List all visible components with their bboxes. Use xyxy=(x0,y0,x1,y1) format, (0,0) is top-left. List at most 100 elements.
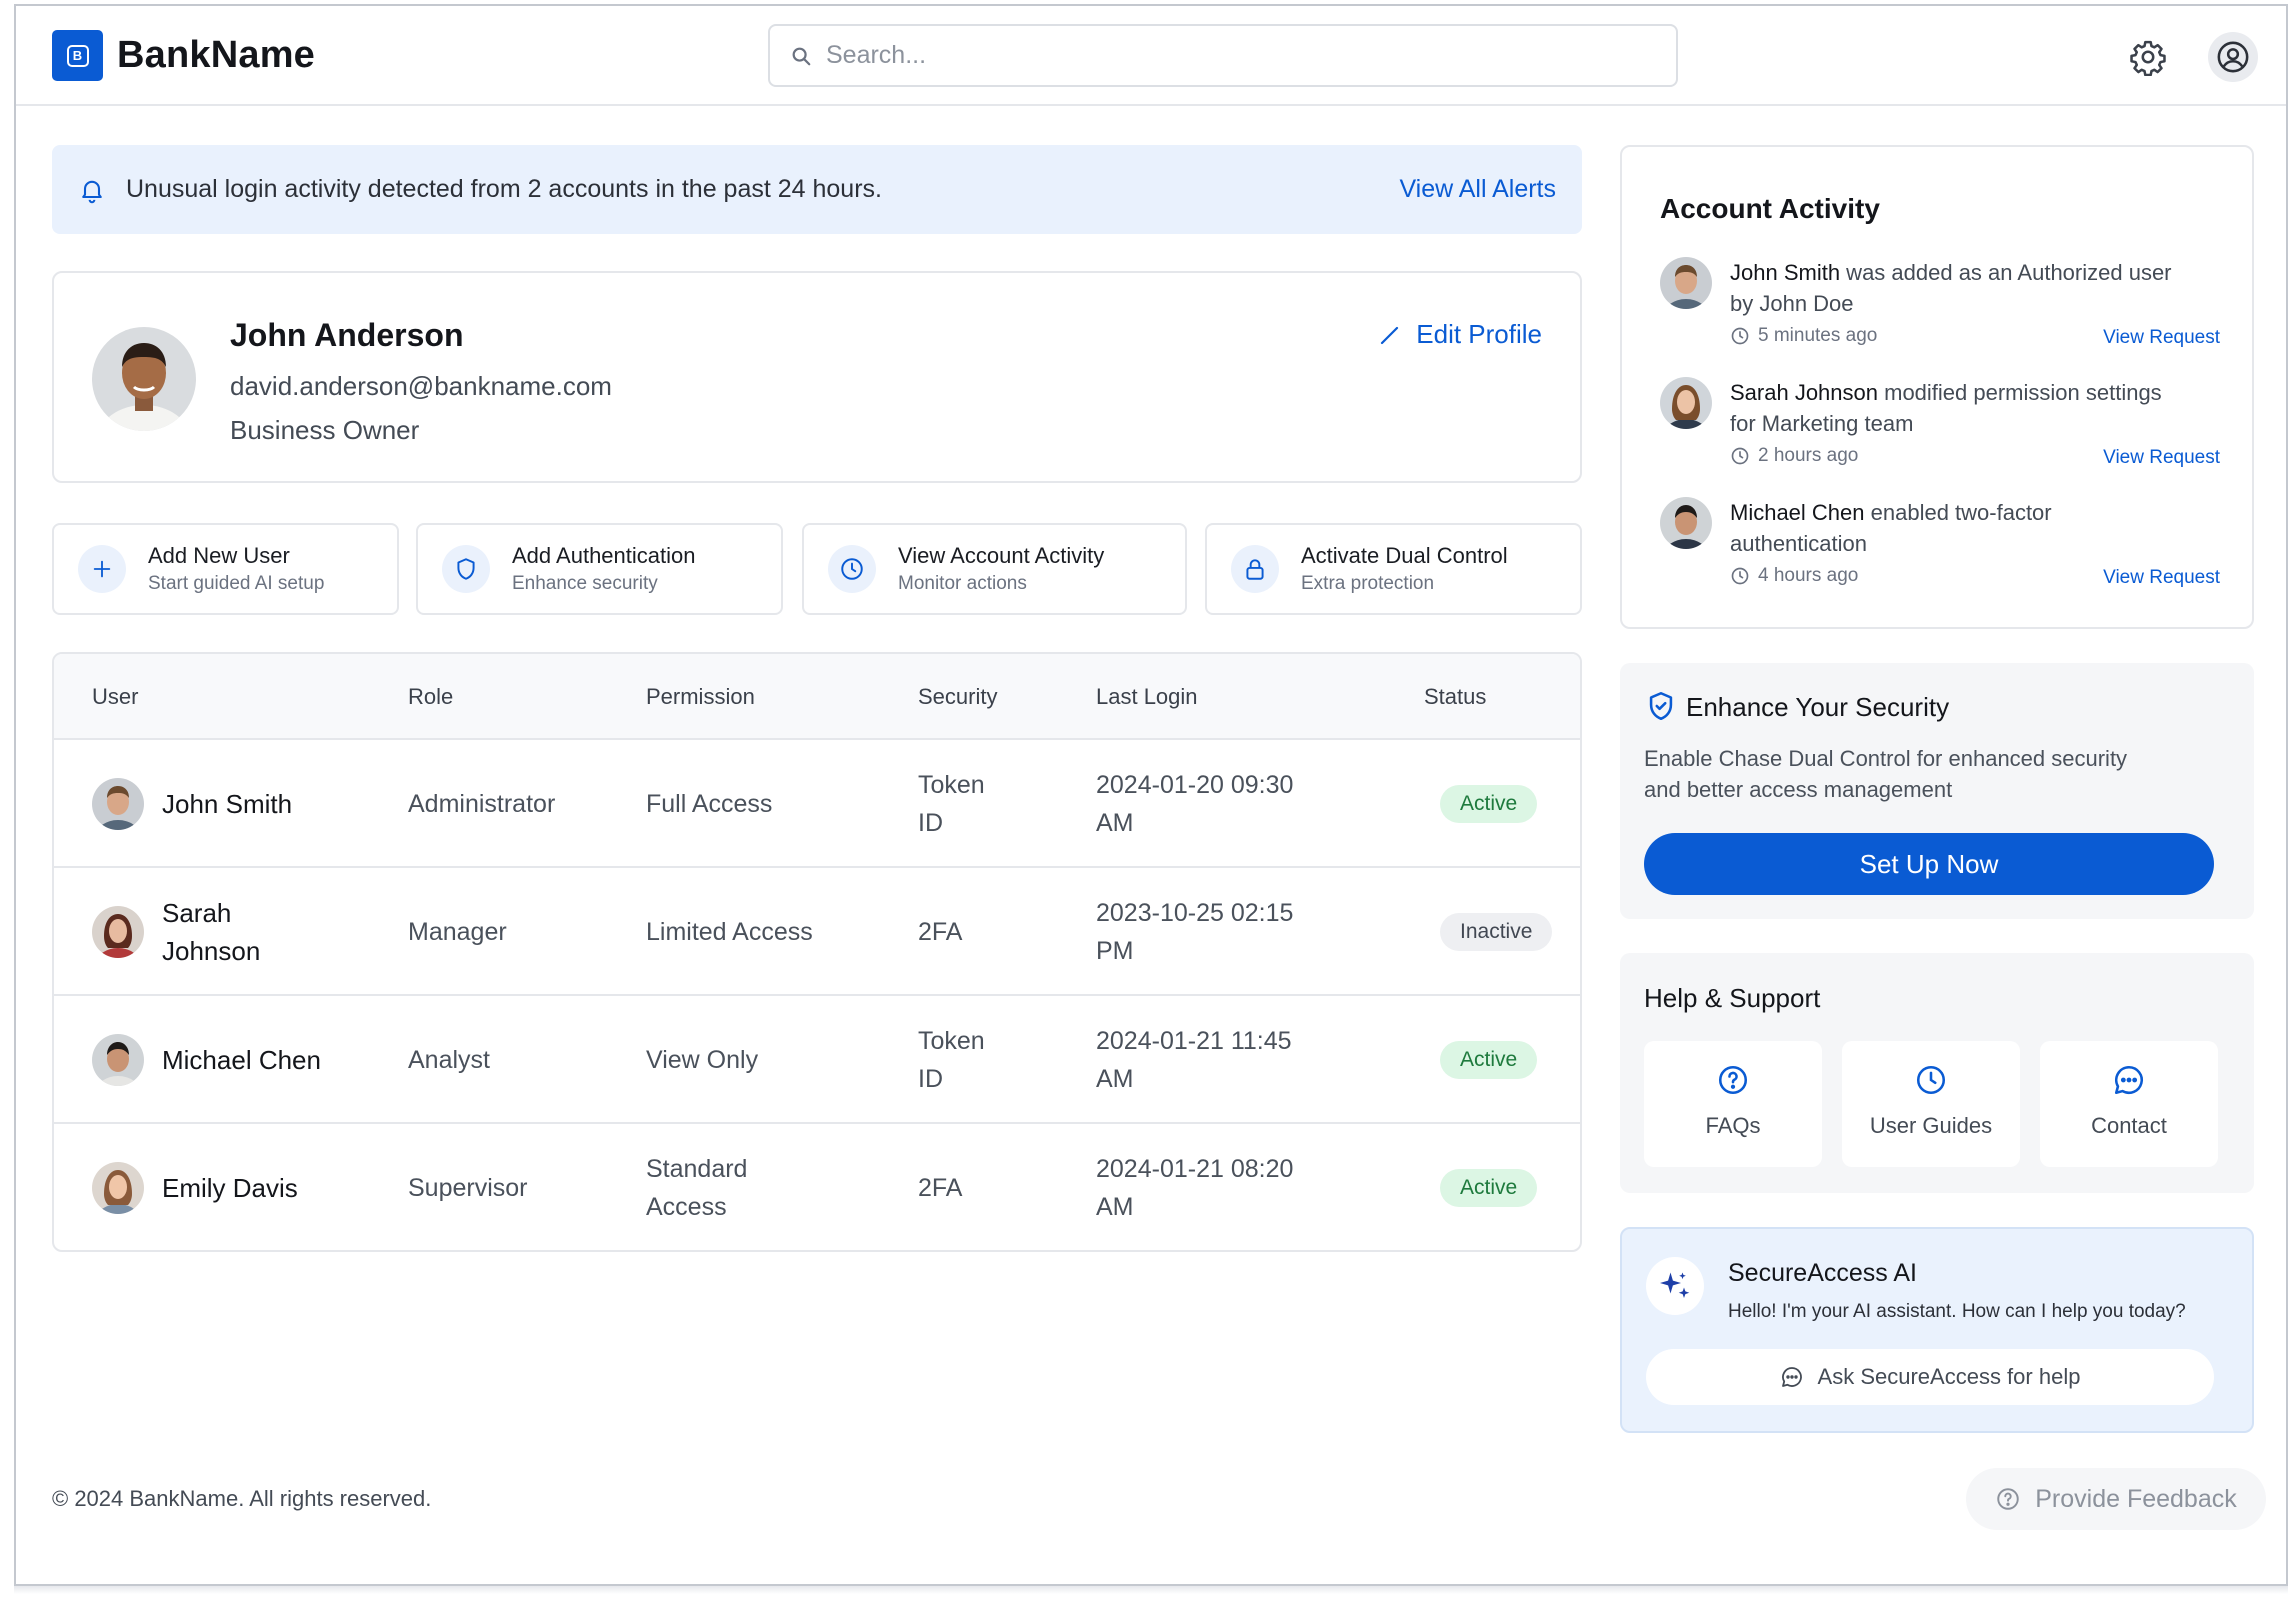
lock-icon xyxy=(1231,545,1279,593)
ai-title: SecureAccess AI xyxy=(1728,1259,1917,1287)
help-title: Help & Support xyxy=(1644,983,1821,1013)
help-tile-faqs[interactable]: FAQs xyxy=(1644,1041,1822,1167)
clock-icon xyxy=(1731,567,1749,585)
quick-action-add-new-user[interactable]: Add New User Start guided AI setup xyxy=(52,523,399,615)
chat-icon xyxy=(1781,1367,1802,1387)
clock-icon xyxy=(1914,1063,1948,1097)
quick-action-subtitle: Monitor actions xyxy=(898,573,1027,594)
edit-profile-button[interactable]: Edit Profile xyxy=(1378,319,1542,350)
ask-secureaccess-button[interactable]: Ask SecureAccess for help xyxy=(1646,1349,2214,1405)
view-request-link[interactable]: View Request xyxy=(2103,567,2220,589)
activity-avatar xyxy=(1660,497,1712,549)
help-tile-contact[interactable]: Contact xyxy=(2040,1041,2218,1167)
user-name: Sarah Johnson xyxy=(162,898,261,966)
help-tile-user-guides[interactable]: User Guides xyxy=(1842,1041,2020,1167)
quick-action-activate-dual-control[interactable]: Activate Dual Control Extra protection xyxy=(1205,523,1582,615)
enhance-security-card: Enhance Your Security Enable Chase Dual … xyxy=(1620,663,2254,919)
bell-icon xyxy=(78,176,106,204)
help-tile-label: FAQs xyxy=(1705,1113,1761,1138)
quick-action-add-authentication[interactable]: Add Authentication Enhance security xyxy=(416,523,783,615)
sparkles-icon xyxy=(1646,1257,1704,1315)
activity-description: Sarah Johnson modified permission settin… xyxy=(1730,380,2162,436)
secureaccess-ai-card: SecureAccess AI Hello! I'm your AI assis… xyxy=(1620,1227,2254,1433)
shield-check-icon xyxy=(1644,689,1678,723)
quick-action-subtitle: Start guided AI setup xyxy=(148,573,325,594)
activity-time: 5 minutes ago xyxy=(1730,325,1877,347)
user-name: Michael Chen xyxy=(162,1045,321,1075)
user-permission: Limited Access xyxy=(646,918,813,946)
activity-item: John Smith was added as an Authorized us… xyxy=(1660,257,2220,357)
user-security: 2FA xyxy=(918,1174,963,1202)
user-role: Supervisor xyxy=(408,1174,528,1202)
shield-icon xyxy=(442,545,490,593)
help-support-card: Help & Support FAQs User Guides Contact xyxy=(1620,953,2254,1193)
search-icon xyxy=(790,45,812,67)
quick-action-view-account-activity[interactable]: View Account Activity Monitor actions xyxy=(802,523,1187,615)
table-row[interactable]: John Smith Administrator Full Access Tok… xyxy=(54,740,1580,868)
user-role: Manager xyxy=(408,918,507,946)
column-header-security[interactable]: Security xyxy=(918,684,997,710)
profile-avatar xyxy=(92,327,196,431)
account-activity-card: Account Activity John Smith was added as… xyxy=(1620,145,2254,629)
bank-logo-icon: B xyxy=(52,30,103,81)
user-role: Analyst xyxy=(408,1046,490,1074)
provide-feedback-button[interactable]: Provide Feedback xyxy=(1966,1468,2266,1530)
quick-action-title: Add Authentication xyxy=(512,543,696,568)
view-all-alerts-link[interactable]: View All Alerts xyxy=(1399,175,1556,204)
user-avatar xyxy=(92,778,144,830)
footer-copyright: © 2024 BankName. All rights reserved. xyxy=(52,1486,432,1511)
profile-name: John Anderson xyxy=(230,317,464,353)
chat-icon xyxy=(2112,1063,2146,1097)
status-badge: Active xyxy=(1440,1169,1538,1207)
table-row[interactable]: Sarah Johnson Manager Limited Access 2FA … xyxy=(54,868,1580,996)
search-box[interactable] xyxy=(768,24,1678,87)
table-header: User Role Permission Security Last Login… xyxy=(54,654,1580,740)
quick-action-subtitle: Extra protection xyxy=(1301,573,1435,594)
activity-item: Michael Chen enabled two-factor authentic… xyxy=(1660,497,2220,597)
activity-avatar xyxy=(1660,377,1712,429)
user-permission: Full Access xyxy=(646,790,773,818)
table-row[interactable]: Michael Chen Analyst View Only Token ID 2… xyxy=(54,996,1580,1124)
settings-button[interactable] xyxy=(2123,32,2173,82)
activity-title: Account Activity xyxy=(1660,193,1880,224)
view-request-link[interactable]: View Request xyxy=(2103,447,2220,469)
gear-icon xyxy=(2129,38,2167,76)
column-header-permission[interactable]: Permission xyxy=(646,684,755,710)
view-request-link[interactable]: View Request xyxy=(2103,327,2220,349)
window-shadow xyxy=(14,1586,2288,1594)
security-card-description: Enable Chase Dual Control for enhanced s… xyxy=(1644,746,2128,802)
user-avatar xyxy=(92,1034,144,1086)
edit-profile-label: Edit Profile xyxy=(1416,319,1542,349)
user-permission: Standard Access xyxy=(646,1155,748,1221)
column-header-user[interactable]: User xyxy=(92,684,138,710)
ask-secureaccess-label: Ask SecureAccess for help xyxy=(1817,1364,2081,1389)
user-last-login: 2024-01-20 09:30 AM xyxy=(1096,771,1294,837)
quick-action-title: Add New User xyxy=(148,543,290,568)
question-circle-icon xyxy=(1716,1063,1750,1097)
user-menu-button[interactable] xyxy=(2208,32,2258,82)
user-security: Token ID xyxy=(918,1027,985,1093)
set-up-now-button[interactable]: Set Up Now xyxy=(1644,833,2214,895)
search-input[interactable] xyxy=(826,41,1626,70)
brand-name: BankName xyxy=(117,34,316,76)
status-badge: Inactive xyxy=(1440,913,1553,951)
activity-avatar xyxy=(1660,257,1712,309)
brand-logo[interactable]: B BankName xyxy=(52,30,315,81)
user-name: John Smith xyxy=(162,789,293,819)
help-tile-label: User Guides xyxy=(1869,1113,1993,1138)
user-permission: View Only xyxy=(646,1046,759,1074)
question-circle-icon xyxy=(1997,1488,2019,1510)
column-header-role[interactable]: Role xyxy=(408,684,453,710)
user-circle-icon xyxy=(2216,40,2250,74)
user-name: Emily Davis xyxy=(162,1173,298,1203)
quick-action-subtitle: Enhance security xyxy=(512,573,658,594)
column-header-status[interactable]: Status xyxy=(1424,684,1486,710)
column-header-last-login[interactable]: Last Login xyxy=(1096,684,1198,710)
activity-time: 2 hours ago xyxy=(1730,445,1858,467)
activity-description: Michael Chen enabled two-factor authentic… xyxy=(1730,500,2052,556)
quick-action-title: View Account Activity xyxy=(898,543,1105,568)
alert-message: Unusual login activity detected from 2 a… xyxy=(126,175,882,203)
status-badge: Active xyxy=(1440,1041,1538,1079)
table-row[interactable]: Emily Davis Supervisor Standard Access 2F… xyxy=(54,1124,1580,1250)
user-last-login: 2023-10-25 02:15 PM xyxy=(1096,899,1294,965)
